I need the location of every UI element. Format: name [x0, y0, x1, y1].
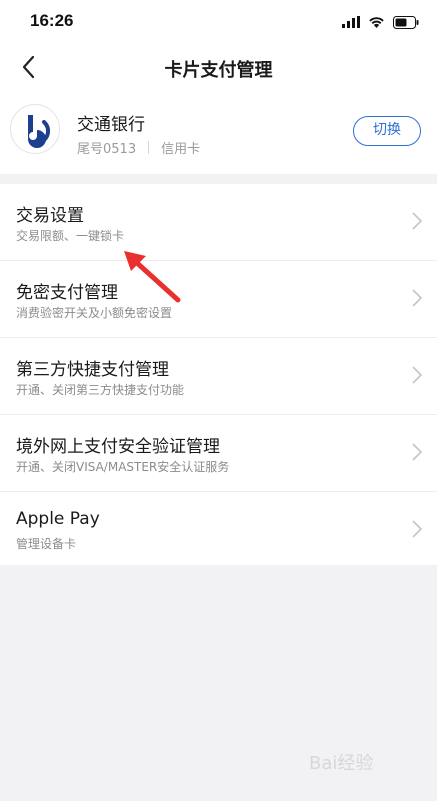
menu-item-third-party-quick-pay[interactable]: 第三方快捷支付管理 开通、关闭第三方快捷支付功能: [0, 338, 437, 415]
bocom-logo-icon: [28, 115, 51, 148]
baidu-watermark: Bai经验: [309, 745, 409, 779]
menu-item-title: 第三方快捷支付管理: [16, 360, 169, 380]
card-header: 交通银行 尾号0513 信用卡 切换: [0, 90, 437, 174]
page-title: 卡片支付管理: [164, 60, 273, 81]
menu-item-title: 交易设置: [16, 206, 84, 226]
menu-item-password-free-payment[interactable]: 免密支付管理 消费验密开关及小额免密设置: [0, 261, 437, 338]
settings-menu: 交易设置 交易限额、一键锁卡 免密支付管理 消费验密开关及小额免密设置 第三方快…: [0, 184, 437, 565]
menu-item-title: 免密支付管理: [16, 283, 118, 303]
card-type: 信用卡: [161, 142, 201, 157]
menu-item-overseas-online-security[interactable]: 境外网上支付安全验证管理 开通、关闭VISA/MASTER安全认证服务: [0, 415, 437, 492]
battery-icon: [393, 15, 419, 29]
chevron-right-icon: [412, 366, 423, 384]
chevron-right-icon: [412, 289, 423, 307]
red-arrow-annotation: [124, 251, 181, 303]
status-bar: 16:26: [0, 0, 437, 44]
signal-icon: [342, 16, 360, 28]
menu-item-subtitle: 开通、关闭第三方快捷支付功能: [16, 383, 185, 397]
menu-item-subtitle: 管理设备卡: [16, 537, 77, 551]
nav-bar: 卡片支付管理: [0, 44, 437, 90]
bank-name: 交通银行: [77, 115, 145, 135]
menu-item-subtitle: 交易限额、一键锁卡: [16, 229, 125, 243]
menu-item-apple-pay[interactable]: Apple Pay 管理设备卡: [0, 492, 437, 568]
card-meta: 尾号0513 信用卡: [77, 138, 200, 157]
watermark-text: Bai经验: [309, 753, 373, 774]
switch-card-button[interactable]: 切换: [353, 116, 421, 146]
bank-logo: [10, 104, 60, 154]
menu-item-title: Apple Pay: [16, 509, 100, 529]
chevron-right-icon: [412, 443, 423, 461]
wifi-icon: [369, 17, 384, 28]
card-payment-management-screen: 16:26 卡片支付管理 交通银行 尾号0513 信用卡 切换 交易设置 交易限…: [0, 0, 437, 801]
card-tail-number: 尾号0513: [77, 142, 137, 157]
baidu-paw-icon: Bai经验: [309, 753, 373, 774]
chevron-right-icon: [412, 520, 423, 538]
menu-item-subtitle: 开通、关闭VISA/MASTER安全认证服务: [16, 460, 230, 474]
menu-item-transaction-settings[interactable]: 交易设置 交易限额、一键锁卡: [0, 184, 437, 261]
meta-divider: [148, 141, 150, 154]
status-icons: [342, 14, 419, 30]
status-time: 16:26: [30, 11, 74, 30]
menu-item-title: 境外网上支付安全验证管理: [16, 437, 220, 457]
chevron-right-icon: [412, 212, 423, 230]
